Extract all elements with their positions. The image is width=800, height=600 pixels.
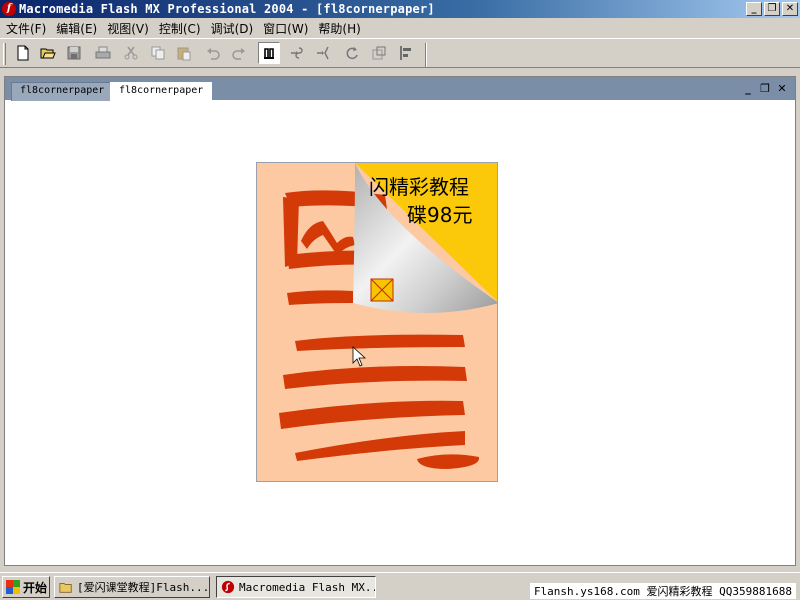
doc-close-button[interactable]: ✕ [775,82,789,96]
menu-file[interactable]: 文件(F) [4,20,54,37]
cut-icon[interactable] [120,42,142,64]
scale-icon[interactable] [368,42,390,64]
toolbar-grip[interactable] [3,43,6,65]
menu-edit[interactable]: 编辑(E) [54,20,105,37]
copy-icon[interactable] [147,42,169,64]
start-button[interactable]: 开始 [2,576,50,598]
menu-control[interactable]: 控制(C) [157,20,209,37]
print-icon[interactable] [92,42,114,64]
new-file-icon[interactable] [12,42,34,64]
align-icon[interactable] [395,42,417,64]
folder-icon [59,583,72,593]
toolbar-separator [425,43,427,67]
menu-debug[interactable]: 调试(D) [209,20,262,37]
taskbar: 开始 [爱闪课堂教程]Flash... Macromedia Flash MX.… [0,572,800,600]
straighten-icon[interactable] [313,42,335,64]
menu-bar: 文件(F) 编辑(E) 视图(V) 控制(C) 调试(D) 窗口(W) 帮助(H… [0,18,800,38]
paste-icon[interactable] [173,42,195,64]
start-label: 开始 [23,580,48,595]
redo-icon[interactable] [228,42,250,64]
document-tab-bar: fl8cornerpaper fl8cornerpaper _ ❐ ✕ [5,77,795,101]
taskbar-item-flash[interactable]: Macromedia Flash MX... [216,576,376,598]
menu-help[interactable]: 帮助(H) [316,20,368,37]
title-bar: f Macromedia Flash MX Professional 2004 … [0,0,800,18]
doc-minimize-button[interactable]: _ [741,82,755,96]
menu-view[interactable]: 视图(V) [105,20,157,37]
tab-document-2[interactable]: fl8cornerpaper [110,82,213,101]
mouse-cursor-icon [352,346,367,367]
taskbar-item-folder[interactable]: [爱闪课堂教程]Flash... [54,576,210,598]
registration-marker-icon[interactable] [370,278,394,302]
banner-text-line1: 闪精彩教程 [369,175,469,199]
watermark-caption: Flansh.ys168.com 爱闪精彩教程 QQ359881688 [529,583,796,599]
open-folder-icon[interactable] [37,42,59,64]
undo-icon[interactable] [202,42,224,64]
snap-icon[interactable] [258,42,280,64]
stage-canvas[interactable]: 闪精彩教程 碟98元 [256,162,498,482]
menu-window[interactable]: 窗口(W) [261,20,316,37]
banner-text-line2: 碟98元 [407,203,473,227]
windows-logo-icon [6,580,20,594]
rotate-icon[interactable] [341,42,363,64]
window-title: Macromedia Flash MX Professional 2004 - … [19,2,435,16]
window-controls: _ ❐ ✕ [746,2,798,16]
smooth-icon[interactable] [287,42,309,64]
close-button[interactable]: ✕ [782,2,798,16]
save-icon[interactable] [63,42,85,64]
flash-icon[interactable]: f [2,2,16,16]
restore-button[interactable]: ❐ [764,2,780,16]
doc-restore-button[interactable]: ❐ [758,82,772,96]
flash-icon [221,580,235,594]
taskbar-item-label: Macromedia Flash MX... [239,580,376,594]
taskbar-item-label: [爱闪课堂教程]Flash... [77,581,210,594]
tab-document-1[interactable]: fl8cornerpaper [11,82,114,101]
minimize-button[interactable]: _ [746,2,762,16]
main-toolbar [0,38,800,68]
